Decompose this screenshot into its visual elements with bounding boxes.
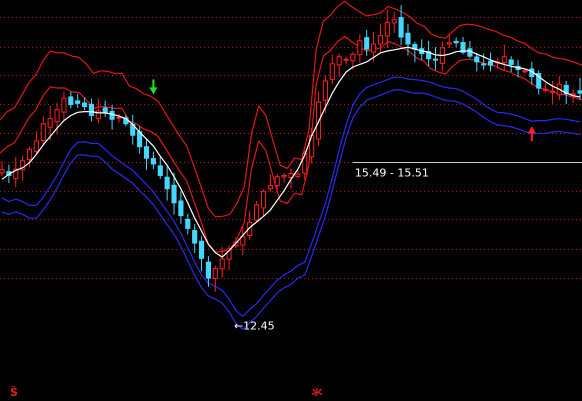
candle-body: [446, 42, 452, 45]
candle-body: [391, 19, 397, 24]
candle-body: [302, 153, 308, 174]
candle-body: [47, 118, 53, 128]
candle-body: [549, 90, 556, 93]
candle-body: [336, 56, 342, 66]
candle-body: [109, 110, 115, 120]
candle-body: [102, 107, 108, 113]
candle-body: [357, 40, 363, 56]
candle-body: [508, 59, 514, 65]
candle-body: [40, 123, 46, 142]
candle-body: [474, 56, 480, 63]
candle-body: [377, 35, 384, 45]
bottom-marker-label-center: 氺: [312, 386, 323, 399]
low-price-label: ←12.45: [234, 319, 275, 332]
candle-body: [88, 103, 95, 116]
candlestick-chart: 15.49 - 15.51 ←12.45 Š 氺: [0, 0, 582, 401]
candle-body: [61, 97, 67, 113]
candle-body: [274, 176, 280, 187]
candle-body: [487, 60, 494, 66]
candle-body: [0, 169, 5, 174]
candle-body: [192, 230, 198, 244]
price-range-label: 15.49 - 15.51: [355, 167, 429, 180]
candle-body: [68, 96, 74, 106]
candle-body: [453, 40, 459, 44]
candle-body: [432, 58, 439, 61]
candle-body: [364, 37, 370, 50]
candle-body: [185, 218, 191, 229]
candle-body: [281, 174, 287, 178]
candle-body: [501, 56, 507, 64]
candle-body: [75, 100, 81, 104]
candle-body: [116, 116, 122, 119]
candle-body: [295, 173, 301, 177]
candle-body: [405, 32, 411, 45]
candle-body: [522, 70, 528, 73]
bottom-marker-label-left: Š: [10, 386, 18, 399]
candle-body: [467, 48, 473, 57]
candle-body: [329, 63, 335, 80]
candle-body: [219, 258, 225, 270]
candle-body: [481, 63, 487, 66]
candle-body: [157, 165, 163, 176]
candle-body: [212, 268, 218, 280]
candle-body: [240, 236, 246, 246]
candle-body: [198, 240, 205, 259]
candle-body: [543, 88, 549, 91]
candle-body: [260, 190, 267, 209]
candle-body: [26, 148, 33, 161]
candle-body: [343, 58, 349, 61]
candle-body: [254, 204, 260, 221]
candle-body: [267, 185, 273, 190]
candle-body: [577, 90, 582, 94]
candle-body: [398, 17, 404, 38]
candle-body: [350, 53, 356, 62]
candle-body: [384, 21, 390, 37]
chart-canvas: 15.49 - 15.51 ←12.45 Š 氺: [0, 0, 582, 401]
chart-background: [0, 0, 582, 401]
candle-body: [371, 43, 377, 53]
candle-body: [82, 102, 88, 108]
candle-body: [205, 261, 211, 279]
candle-body: [164, 176, 170, 190]
candle-body: [54, 109, 60, 123]
candle-body: [171, 184, 177, 204]
candle-body: [178, 200, 184, 217]
candle-body: [33, 140, 39, 152]
candle-body: [322, 80, 328, 101]
candle-body: [150, 158, 156, 165]
candle-body: [143, 146, 150, 159]
